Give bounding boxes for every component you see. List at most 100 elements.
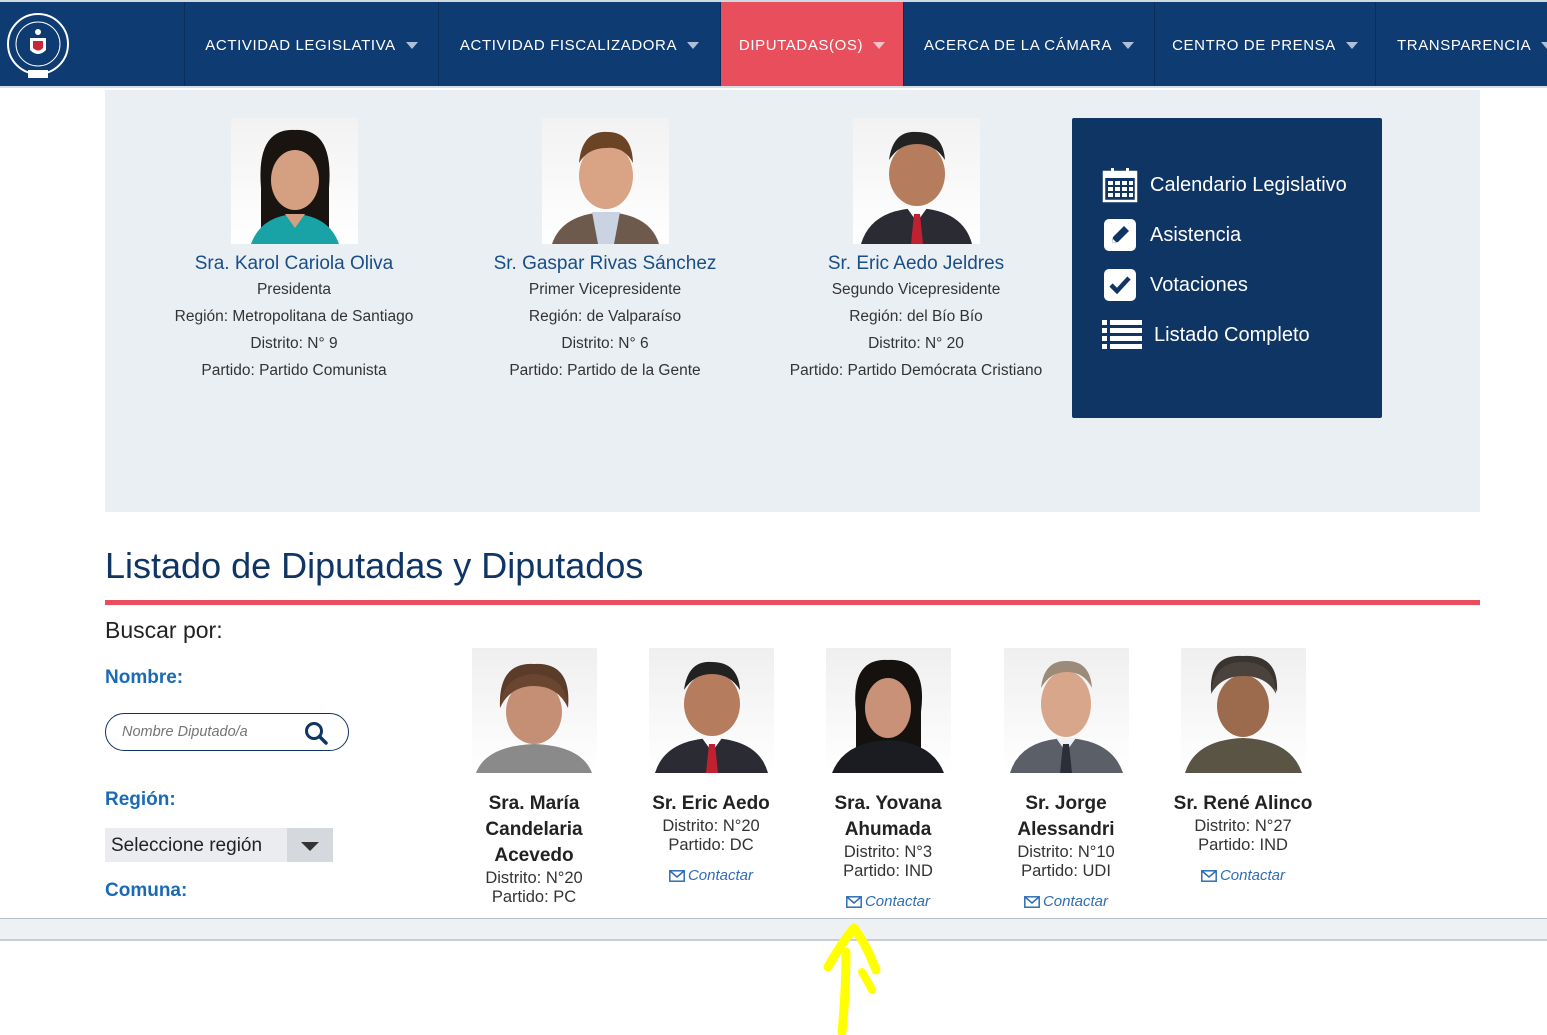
checkbox-icon: [1102, 267, 1138, 303]
featured-deputy: Sr. Eric Aedo Jeldres Segundo Vicepresid…: [756, 118, 1076, 381]
contact-label: Contactar: [864, 893, 931, 910]
deputy-photo[interactable]: [1180, 648, 1306, 773]
nav-label: ACTIVIDAD FISCALIZADORA: [459, 36, 678, 54]
envelope-icon: [846, 895, 862, 908]
deputy-name[interactable]: Sr. Jorge Alessandri: [977, 791, 1155, 843]
deputy-district: Distrito: N° 6: [561, 335, 649, 352]
deputy-district: Distrito: N°20: [485, 869, 583, 887]
pencil-icon: [1102, 217, 1138, 253]
envelope-icon: [669, 869, 685, 882]
deputy-district: Distrito: N° 20: [868, 335, 964, 352]
quicklink-votaciones[interactable]: Votaciones: [1102, 267, 1248, 303]
deputy-name[interactable]: Sr. Eric Aedo: [622, 791, 800, 817]
deputy-name-link[interactable]: Sra. Karol Cariola Oliva: [134, 253, 454, 275]
browser-window-edge: [0, 918, 1547, 941]
deputy-party: Partido: IND: [843, 862, 933, 880]
nav-transparencia[interactable]: TRANSPARENCIA: [1375, 2, 1547, 88]
commune-filter-label: Comuna:: [105, 880, 188, 901]
nav-divider: [0, 86, 1547, 88]
deputy-card: Sra. Yovana Ahumada Distrito: N°3 Partid…: [799, 648, 977, 910]
deputy-district: Distrito: N°3: [843, 843, 933, 861]
deputy-party: Partido: PC: [491, 888, 577, 906]
nav-label: ACERCA DE LA CÁMARA: [923, 36, 1113, 54]
annotation-arrow-icon: [823, 923, 881, 1035]
contact-link[interactable]: Contactar: [799, 893, 977, 910]
deputy-photo[interactable]: [471, 648, 597, 773]
deputy-name-line: Sr. Eric Aedo: [652, 793, 770, 814]
nav-acerca-camara[interactable]: ACERCA DE LA CÁMARA: [903, 2, 1154, 88]
nav-centro-prensa[interactable]: CENTRO DE PRENSA: [1154, 2, 1375, 88]
deputy-name-link[interactable]: Sr. Gaspar Rivas Sánchez: [445, 253, 765, 275]
contact-link[interactable]: Contactar: [1154, 867, 1332, 884]
deputy-photo[interactable]: [230, 118, 358, 244]
quicklink-listado-completo[interactable]: Listado Completo: [1102, 317, 1310, 353]
calendar-icon: [1102, 167, 1138, 203]
contact-label: Contactar: [687, 867, 754, 884]
deputy-card: Sr. Jorge Alessandri Distrito: N°10 Part…: [977, 648, 1155, 910]
deputy-name-line: Alessandri: [1017, 819, 1115, 840]
quicklink-calendario[interactable]: Calendario Legislativo: [1102, 167, 1347, 203]
quicklink-label: Listado Completo: [1154, 323, 1310, 346]
deputy-district: Distrito: N° 9: [250, 335, 338, 352]
deputy-photo[interactable]: [1003, 648, 1129, 773]
deputy-name-line: Acevedo: [494, 845, 574, 866]
chevron-down-icon: [687, 41, 700, 49]
deputy-party: Partido: IND: [1198, 836, 1288, 854]
nav-actividad-fiscalizadora[interactable]: ACTIVIDAD FISCALIZADORA: [438, 2, 720, 88]
deputy-name[interactable]: Sra. María Candelaria Acevedo: [445, 791, 623, 869]
deputy-card: Sr. Eric Aedo Distrito: N°20 Partido: DC…: [622, 648, 800, 884]
nav-actividad-legislativa[interactable]: ACTIVIDAD LEGISLATIVA: [184, 2, 438, 88]
featured-deputy: Sr. Gaspar Rivas Sánchez Primer Vicepres…: [445, 118, 765, 381]
nav-label: DIPUTADAS(OS): [738, 36, 864, 54]
deputy-name-line: Ahumada: [844, 819, 932, 840]
region-select[interactable]: Seleccione región: [105, 828, 333, 862]
chevron-down-icon: [405, 41, 418, 49]
deputy-name-line: Sra. María: [488, 793, 580, 814]
name-search-box: [105, 713, 349, 751]
deputy-photo[interactable]: [648, 648, 774, 773]
deputy-party: Partido: UDI: [1021, 862, 1111, 880]
nav-label: TRANSPARENCIA: [1397, 36, 1532, 54]
deputy-role: Segundo Vicepresidente: [831, 281, 1001, 298]
deputy-region: Región: Metropolitana de Santiago: [174, 308, 414, 325]
deputy-name-line: Sr. René Alinco: [1173, 793, 1313, 814]
chevron-down-icon[interactable]: [287, 828, 333, 862]
deputy-party: Partido: Partido Comunista: [201, 362, 387, 379]
region-select-value: Seleccione región: [111, 835, 263, 856]
contact-label: Contactar: [1219, 867, 1286, 884]
deputy-region: Región: del Bío Bío: [849, 308, 983, 325]
deputy-name[interactable]: Sra. Yovana Ahumada: [799, 791, 977, 843]
deputy-name-line: Sr. Jorge: [1025, 793, 1107, 814]
list-icon: [1102, 317, 1142, 353]
deputy-district: Distrito: N°27: [1194, 817, 1292, 835]
quicklink-label: Asistencia: [1150, 223, 1242, 246]
chevron-down-icon: [1345, 41, 1358, 49]
deputy-name[interactable]: Sr. René Alinco: [1154, 791, 1332, 817]
deputy-name-line: Sra. Yovana: [834, 793, 942, 814]
deputy-photo[interactable]: [541, 118, 669, 244]
quick-links-box: Calendario Legislativo Asistencia Votaci…: [1072, 118, 1382, 418]
deputy-role: Presidenta: [256, 281, 332, 298]
envelope-icon: [1201, 869, 1217, 882]
deputy-card: Sra. María Candelaria Acevedo Distrito: …: [445, 648, 623, 907]
deputy-name-link[interactable]: Sr. Eric Aedo Jeldres: [756, 253, 1076, 275]
deputy-photo[interactable]: [852, 118, 980, 244]
contact-link[interactable]: Contactar: [977, 893, 1155, 910]
chevron-down-icon: [1122, 41, 1135, 49]
contact-link[interactable]: Contactar: [622, 867, 800, 884]
deputy-photo[interactable]: [825, 648, 951, 773]
deputy-role: Primer Vicepresidente: [528, 281, 682, 298]
name-search-input[interactable]: [120, 723, 304, 741]
search-icon[interactable]: [304, 721, 328, 745]
deputy-district: Distrito: N°20: [662, 817, 760, 835]
quicklink-asistencia[interactable]: Asistencia: [1102, 217, 1241, 253]
camara-logo-icon[interactable]: [4, 10, 72, 82]
quicklink-label: Calendario Legislativo: [1150, 173, 1347, 196]
nav-diputados[interactable]: DIPUTADAS(OS): [720, 2, 903, 88]
envelope-icon: [1024, 895, 1040, 908]
mesa-directiva-panel: Sra. Karol Cariola Oliva Presidenta Regi…: [105, 90, 1480, 512]
title-divider: [105, 600, 1480, 605]
deputy-party: Partido: DC: [668, 836, 754, 854]
chevron-down-icon: [873, 41, 886, 49]
nav-label: ACTIVIDAD LEGISLATIVA: [205, 36, 396, 54]
